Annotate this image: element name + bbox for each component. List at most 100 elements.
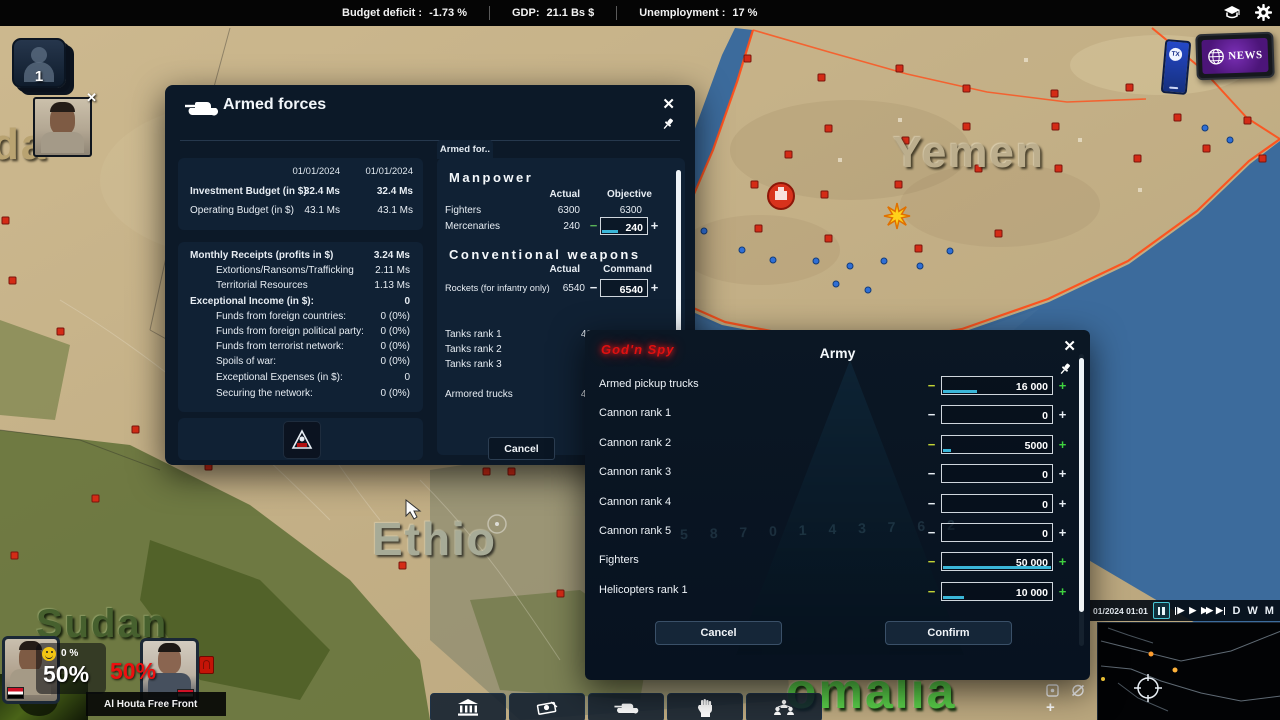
step-button[interactable]: ▶: [1175, 605, 1184, 616]
gdp-value: 21.1 Bs $: [546, 7, 594, 19]
decrement-button[interactable]: −: [925, 437, 938, 453]
faction-name: Al Houta Free Front: [104, 699, 197, 710]
table-row: Securing the network:0 (0%): [178, 388, 423, 403]
value-input[interactable]: [942, 438, 1052, 455]
increment-button[interactable]: +: [1056, 466, 1069, 482]
rockets-stepper: − +: [587, 279, 661, 297]
gdp-label: GDP:: [512, 7, 540, 19]
table-row: Monthly Receipts (profits in $)3.24 Ms: [178, 250, 423, 265]
decrement-button[interactable]: −: [925, 378, 938, 394]
uprising-button[interactable]: [667, 693, 743, 720]
mercenaries-input[interactable]: [601, 220, 647, 236]
economy-button[interactable]: [509, 693, 585, 720]
increment-button[interactable]: +: [1056, 378, 1069, 394]
toggle-layer-icon[interactable]: [1071, 684, 1085, 697]
increment-button[interactable]: +: [1056, 525, 1069, 541]
decrement-button[interactable]: −: [925, 525, 938, 541]
confirm-button[interactable]: Confirm: [885, 621, 1012, 645]
pause-button[interactable]: [1153, 602, 1170, 619]
cancel-button[interactable]: Cancel: [488, 437, 555, 460]
window-title: Armed forces: [223, 96, 326, 114]
news-tv-icon[interactable]: NEWS: [1195, 32, 1275, 81]
decrement-button[interactable]: −: [925, 496, 938, 512]
rockets-label: Rockets (for infantry only): [445, 283, 550, 293]
increment-button[interactable]: +: [648, 280, 661, 296]
close-icon[interactable]: ✕: [86, 90, 97, 106]
decrement-button[interactable]: −: [925, 407, 938, 423]
decrement-button[interactable]: −: [587, 218, 600, 234]
stepper-helicopters-rank-1: − +: [925, 582, 1069, 601]
military-button[interactable]: [588, 693, 664, 720]
gear-icon[interactable]: [1255, 4, 1272, 21]
fist-icon: [697, 699, 713, 717]
increment-button[interactable]: +: [1056, 407, 1069, 423]
decrement-button[interactable]: −: [925, 584, 938, 600]
budget-deficit-stat: Budget deficit : -1.73 %: [320, 7, 489, 19]
budget-deficit-value: -1.73 %: [429, 7, 467, 19]
decrement-button[interactable]: −: [925, 466, 938, 482]
game-screen: da Yemen Ethio Sudan omalia Budget defic…: [0, 0, 1280, 720]
organization-button[interactable]: [746, 693, 822, 720]
news-label: NEWS: [1228, 49, 1263, 62]
stepper-cannon-rank-2: − +: [925, 435, 1069, 454]
cancel-button[interactable]: Cancel: [655, 621, 782, 645]
week-speed-button[interactable]: W: [1247, 605, 1257, 617]
receipts-panel: Monthly Receipts (profits in $)3.24 Ms E…: [178, 242, 423, 412]
center-view-icon[interactable]: [1046, 684, 1059, 697]
value-input[interactable]: [942, 408, 1052, 425]
decrement-button[interactable]: −: [587, 280, 600, 296]
table-row: Exceptional Expenses (in $):0: [178, 372, 423, 387]
scrollbar[interactable]: [1079, 354, 1084, 646]
zoom-in-button[interactable]: +: [1046, 699, 1055, 716]
decrement-button[interactable]: −: [925, 554, 938, 570]
unemployment-value: 17 %: [732, 7, 757, 19]
budget-deficit-label: Budget deficit :: [342, 7, 422, 19]
value-input[interactable]: [942, 467, 1052, 484]
increment-button[interactable]: +: [1056, 437, 1069, 453]
time-control-bar: 01/2024 01:01 ▶ ▶ ▶▶ ▶ D W M: [1085, 600, 1280, 621]
date-column-2: 01/01/2024: [343, 166, 413, 177]
yemen-flag-icon: [7, 687, 24, 699]
character-stack-card[interactable]: 1: [12, 38, 66, 88]
popularity-chip: 0 % 50%: [36, 643, 106, 694]
play-button[interactable]: ▶: [1189, 605, 1196, 616]
tab-armed-forces[interactable]: Armed for..: [437, 140, 493, 159]
people-org-icon: [773, 699, 795, 717]
day-speed-button[interactable]: D: [1232, 605, 1240, 617]
messenger-phone-icon[interactable]: TX: [1161, 39, 1192, 95]
month-speed-button[interactable]: M: [1265, 605, 1274, 617]
increment-button[interactable]: +: [1056, 496, 1069, 512]
fast-forward-button[interactable]: ▶▶: [1201, 605, 1211, 616]
mood-value: 0 %: [61, 648, 78, 659]
stepper-cannon-rank-1: − +: [925, 405, 1069, 424]
graduation-cap-icon[interactable]: [1223, 5, 1241, 21]
faction-status-icon: [199, 656, 214, 674]
table-row: Exceptional Income (in $):0: [178, 296, 423, 311]
minimap[interactable]: [1097, 622, 1280, 720]
phone-badge: TX: [1169, 47, 1183, 61]
increment-button[interactable]: +: [1056, 584, 1069, 600]
pin-icon[interactable]: [661, 117, 675, 131]
government-button[interactable]: [430, 693, 506, 720]
increment-button[interactable]: +: [648, 218, 661, 234]
date-column-1: 01/01/2024: [270, 166, 340, 177]
value-input[interactable]: [942, 497, 1052, 514]
close-icon[interactable]: ✕: [1063, 339, 1076, 354]
increment-button[interactable]: +: [1056, 554, 1069, 570]
stepper-armed-pickup-trucks: − +: [925, 376, 1069, 395]
pin-icon[interactable]: [1058, 362, 1072, 376]
conventional-heading: Conventional weapons: [449, 247, 641, 262]
bank-icon: [457, 699, 479, 717]
hacker-icon[interactable]: [283, 421, 321, 459]
close-icon[interactable]: ✕: [662, 97, 675, 112]
value-input[interactable]: [942, 526, 1052, 543]
leader-portrait[interactable]: ✕: [33, 97, 92, 157]
table-row: Funds from foreign political party:0 (0%…: [178, 326, 423, 341]
mood-smiley-icon: [42, 647, 56, 661]
skip-button[interactable]: ▶: [1216, 605, 1225, 616]
godnspy-panel: [178, 418, 423, 460]
table-row: Operating Budget (in $) 43.1 Ms 43.1 Ms: [178, 205, 423, 220]
table-row: Funds from foreign countries:0 (0%): [178, 311, 423, 326]
stack-count: 1: [14, 68, 64, 85]
rockets-input[interactable]: [601, 282, 647, 298]
